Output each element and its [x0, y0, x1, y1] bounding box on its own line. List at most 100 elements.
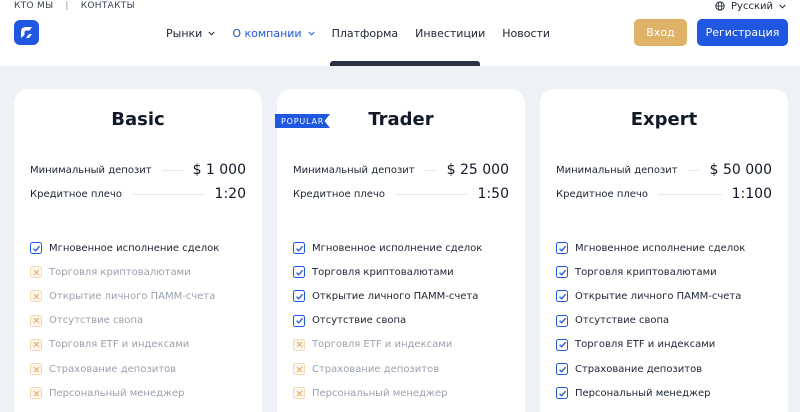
feature-status-box	[293, 387, 305, 400]
feature-item: Мгновенное исполнение сделок	[556, 236, 776, 260]
feature-label: Отсутствие свопа	[49, 315, 144, 327]
min-deposit-value: $ 50 000	[709, 162, 772, 178]
feature-label: Страхование депозитов	[575, 363, 703, 375]
feature-label: Торговля ETF и индексами	[575, 339, 716, 351]
plan-card-trader: POPULAR Trader Минимальный депозит $ 25 000…	[275, 89, 525, 412]
feature-status-box	[30, 290, 42, 303]
feature-status-box	[30, 314, 42, 327]
top-links: КТО МЫ | КОНТАКТЫ	[14, 0, 135, 12]
cross-icon	[33, 390, 39, 397]
feature-status-box	[556, 363, 568, 376]
about-link[interactable]: КТО МЫ	[14, 1, 53, 11]
language-label: Русский	[731, 0, 773, 12]
feature-label: Персональный менеджер	[49, 387, 185, 399]
leverage-label: Кредитное плечо	[556, 188, 648, 200]
section-heading-clipped	[330, 52, 480, 66]
login-button[interactable]: Вход	[634, 19, 687, 46]
contacts-link[interactable]: КОНТАКТЫ	[81, 1, 135, 11]
check-icon	[295, 293, 303, 300]
globe-icon	[715, 1, 725, 11]
cross-icon	[296, 366, 302, 372]
feature-status-box	[556, 242, 568, 255]
feature-item: Открытие личного ПАММ-счета	[30, 284, 250, 308]
cross-icon	[33, 269, 39, 276]
plan-title: Expert	[630, 109, 698, 130]
language-selector[interactable]: Русский	[715, 0, 786, 12]
leverage-row: Кредитное плечо 1:100	[556, 185, 772, 203]
feature-item: Персональный менеджер	[556, 381, 776, 405]
logo[interactable]	[14, 20, 39, 45]
feature-item: Торговля ETF и индексами	[30, 333, 250, 357]
plan-card-basic: Basic Минимальный депозит $ 1 000 Кредитное…	[14, 89, 262, 412]
feature-item: Персональный менеджер	[30, 381, 250, 405]
logo-mark-icon	[21, 27, 32, 38]
feature-status-box	[30, 242, 42, 255]
feature-label: Отсутствие свопа	[312, 315, 407, 327]
feature-status-box	[293, 363, 305, 376]
feature-list: Мгновенное исполнение сделок Торговля кри…	[30, 236, 250, 405]
check-icon	[558, 317, 566, 324]
feature-label: Персональный менеджер	[312, 387, 448, 399]
leverage-label: Кредитное плечо	[293, 188, 385, 200]
feature-status-box	[30, 266, 42, 279]
feature-item: Мгновенное исполнение сделок	[30, 236, 250, 260]
leverage-label: Кредитное плечо	[30, 188, 122, 200]
nav-item-3[interactable]: Инвестиции	[415, 27, 485, 40]
cross-icon	[296, 341, 302, 348]
feature-item: Мгновенное исполнение сделок	[293, 236, 513, 260]
feature-status-box	[293, 266, 305, 279]
feature-item: Торговля ETF и индексами	[293, 333, 513, 357]
feature-item: Отсутствие свопа	[293, 309, 513, 333]
feature-label: Торговля криптовалютами	[575, 266, 717, 278]
feature-status-box	[293, 314, 305, 327]
feature-label: Страхование депозитов	[312, 363, 440, 375]
feature-label: Страхование депозитов	[49, 363, 177, 375]
check-icon	[295, 245, 303, 252]
nav-item-2[interactable]: Платформа	[332, 27, 399, 40]
feature-label: Отсутствие свопа	[575, 315, 670, 327]
leverage-row: Кредитное плечо 1:50	[293, 185, 509, 203]
min-deposit-value: $ 1 000	[192, 162, 246, 178]
nav-item-4[interactable]: Новости	[502, 27, 550, 40]
feature-item: Отсутствие свопа	[556, 309, 776, 333]
chevron-down-icon	[208, 31, 215, 36]
nav-item-label: Инвестиции	[415, 26, 486, 40]
register-button[interactable]: Регистрация	[697, 19, 788, 46]
chevron-down-icon	[308, 31, 315, 36]
min-deposit-label: Минимальный депозит	[556, 164, 678, 176]
feature-status-box	[556, 387, 568, 400]
feature-list: Мгновенное исполнение сделок Торговля кри…	[293, 236, 513, 405]
check-icon	[295, 317, 303, 324]
cross-icon	[33, 317, 39, 324]
feature-label: Мгновенное исполнение сделок	[49, 242, 220, 254]
feature-label: Открытие личного ПАММ-счета	[49, 290, 216, 302]
nav-item-0[interactable]: Рынки	[166, 27, 215, 40]
feature-label: Мгновенное исполнение сделок	[312, 242, 483, 254]
feature-item: Персональный менеджер	[293, 381, 513, 405]
cross-icon	[33, 341, 39, 348]
feature-status-box	[30, 363, 42, 376]
feature-status-box	[556, 338, 568, 351]
check-icon	[558, 390, 566, 397]
feature-item: Торговля криптовалютами	[30, 260, 250, 284]
feature-item: Открытие личного ПАММ-счета	[556, 284, 776, 308]
feature-label: Торговля криптовалютами	[312, 266, 454, 278]
plan-title: Trader	[368, 109, 434, 130]
cross-icon	[296, 390, 302, 397]
feature-list: Мгновенное исполнение сделок Торговля кри…	[556, 236, 776, 405]
plan-card-expert: Expert Минимальный депозит $ 50 000 Кредитн…	[540, 89, 788, 412]
nav-item-1[interactable]: О компании	[232, 27, 315, 40]
leverage-value: 1:100	[731, 186, 772, 202]
feature-label: Торговля ETF и индексами	[312, 339, 453, 351]
top-links-separator: |	[65, 1, 69, 11]
nav-item-label: Рынки	[166, 26, 203, 40]
min-deposit-row: Минимальный депозит $ 1 000	[30, 161, 246, 179]
leverage-value: 1:50	[477, 186, 509, 202]
nav-item-label: Платформа	[331, 26, 399, 40]
check-icon	[558, 293, 566, 300]
cross-icon	[33, 366, 39, 372]
cross-icon	[33, 293, 39, 300]
feature-status-box	[556, 290, 568, 303]
check-icon	[558, 245, 566, 252]
feature-item: Страхование депозитов	[30, 357, 250, 381]
